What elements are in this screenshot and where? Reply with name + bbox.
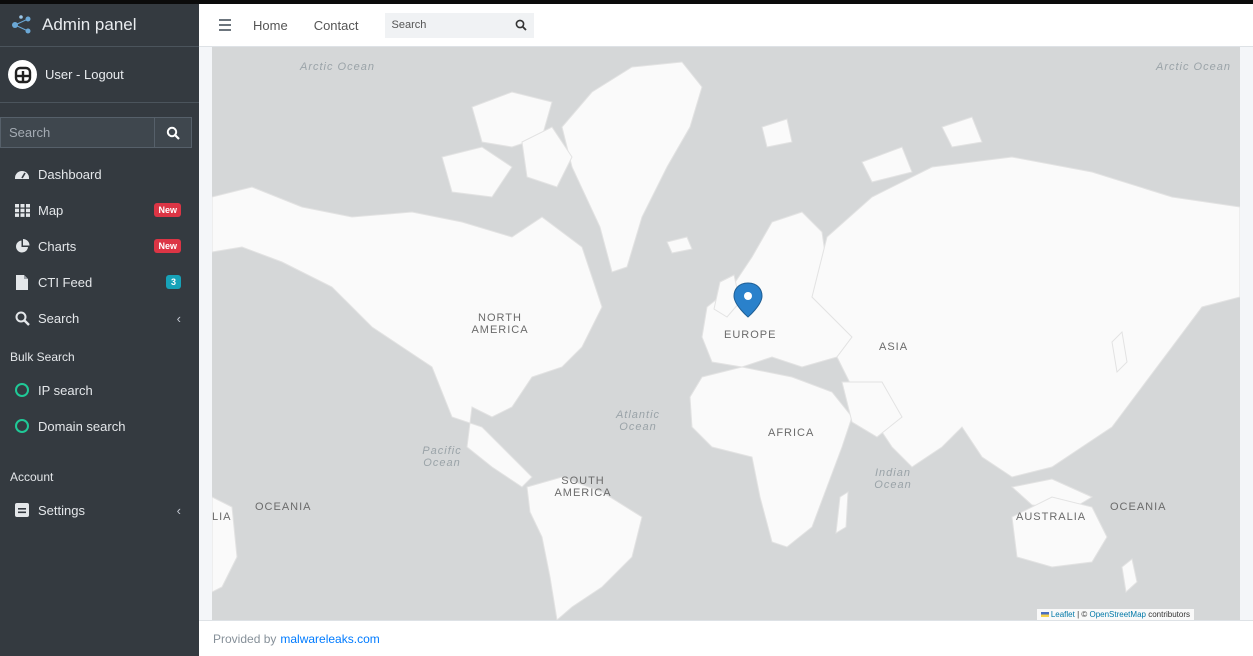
search-icon xyxy=(166,126,180,140)
user-logo-icon xyxy=(14,66,31,83)
brand-title: Admin panel xyxy=(42,15,137,34)
user-logout-link[interactable]: User - Logout xyxy=(45,67,124,82)
leaflet-link[interactable]: Leaflet xyxy=(1051,610,1075,619)
sidebar-item-label: Dashboard xyxy=(38,166,102,182)
sidebar-item-label: Domain search xyxy=(38,418,126,434)
section-header-account: Account xyxy=(10,470,54,484)
sidebar-item-domain-search[interactable]: Domain search xyxy=(0,408,199,444)
sidebar-search-input[interactable]: Search xyxy=(0,117,154,148)
nav-link-home[interactable]: Home xyxy=(253,18,288,33)
map-label-europe: EUROPE xyxy=(724,329,777,341)
search-icon[interactable] xyxy=(515,19,527,31)
sidebar-item-label: CTI Feed xyxy=(38,274,93,290)
grid-icon xyxy=(14,202,30,218)
settings-icon xyxy=(14,502,30,518)
map-label-south-america: SOUTH AMERICA xyxy=(554,475,612,499)
map-label-north-america: NORTH AMERICA xyxy=(471,312,529,336)
nav-link-contact[interactable]: Contact xyxy=(314,18,359,33)
network-logo-icon xyxy=(12,15,31,34)
navbar-search-placeholder: Search xyxy=(391,19,427,31)
main-content: Arctic Ocean Arctic Ocean NORTH AMERICA … xyxy=(199,47,1253,656)
sidebar-item-label: Search xyxy=(38,310,80,326)
openstreetmap-link[interactable]: OpenStreetMap xyxy=(1089,610,1145,619)
footer-link[interactable]: malwareleaks.com xyxy=(280,632,379,646)
world-map[interactable]: Arctic Ocean Arctic Ocean NORTH AMERICA … xyxy=(212,47,1240,620)
map-label-australia: AUSTRALIA xyxy=(1016,511,1087,523)
map-label-arctic-ocean: Arctic Ocean xyxy=(300,61,375,73)
chevron-left-icon: ‹ xyxy=(176,502,181,518)
hamburger-menu-icon[interactable] xyxy=(219,19,231,31)
map-label-asia: ASIA xyxy=(879,341,909,353)
sidebar-item-label: Map xyxy=(38,202,64,218)
file-icon xyxy=(14,274,30,290)
sidebar-item-dashboard[interactable]: Dashboard xyxy=(0,156,199,192)
leaflet-flag-icon xyxy=(1040,612,1049,617)
attribution-separator: | © xyxy=(1074,610,1090,619)
footer: Provided by malwareleaks.com xyxy=(199,620,1253,656)
map-label-oceania-right: OCEANIA xyxy=(1110,501,1167,513)
user-panel[interactable]: User - Logout xyxy=(0,47,199,103)
sidebar-item-settings[interactable]: Settings ‹ xyxy=(0,492,199,528)
new-badge: New xyxy=(154,203,181,217)
navbar-search-input[interactable]: Search xyxy=(384,12,534,38)
scroll-gutter xyxy=(1241,47,1253,620)
new-badge: New xyxy=(154,239,181,253)
count-badge: 3 xyxy=(165,275,181,289)
avatar xyxy=(8,60,37,89)
search-icon xyxy=(14,310,30,326)
footer-text: Provided by xyxy=(213,631,277,646)
map-label-africa: AFRICA xyxy=(768,427,815,439)
map-label-arctic-ocean-right: Arctic Ocean xyxy=(1156,61,1231,73)
circle-icon xyxy=(15,383,29,397)
sidebar-item-map[interactable]: Map New xyxy=(0,192,199,228)
sidebar: Admin panel User - Logout Search Dashboa… xyxy=(0,4,199,656)
sidebar-item-label: IP search xyxy=(38,382,93,398)
circle-icon xyxy=(15,419,29,433)
sidebar-search: Search xyxy=(0,117,192,148)
sidebar-item-cti-feed[interactable]: CTI Feed 3 xyxy=(0,264,199,300)
sidebar-item-search[interactable]: Search ‹ xyxy=(0,300,199,336)
sidebar-search-button[interactable] xyxy=(154,117,192,148)
chevron-left-icon: ‹ xyxy=(176,310,181,326)
attribution-tail: contributors xyxy=(1145,610,1190,619)
sidebar-item-label: Charts xyxy=(38,238,77,254)
sidebar-item-ip-search[interactable]: IP search xyxy=(0,372,199,408)
section-header-bulk-search: Bulk Search xyxy=(10,350,75,364)
brand[interactable]: Admin panel xyxy=(0,4,199,47)
pie-chart-icon xyxy=(14,238,30,254)
map-label-pacific-ocean: Pacific Ocean xyxy=(422,445,462,469)
map-attribution: Leaflet | © OpenStreetMap contributors xyxy=(1036,609,1194,620)
map-label-atlantic-ocean: Atlantic Ocean xyxy=(615,409,661,433)
dashboard-icon xyxy=(14,166,30,182)
sidebar-item-charts[interactable]: Charts New xyxy=(0,228,199,264)
top-navbar: Home Contact Search xyxy=(199,4,1253,47)
sidebar-item-label: Settings xyxy=(38,502,85,518)
map-label-lia: LIA xyxy=(212,511,232,523)
map-label-oceania-left: OCEANIA xyxy=(255,501,312,513)
map-label-indian-ocean: Indian Ocean xyxy=(874,467,912,491)
